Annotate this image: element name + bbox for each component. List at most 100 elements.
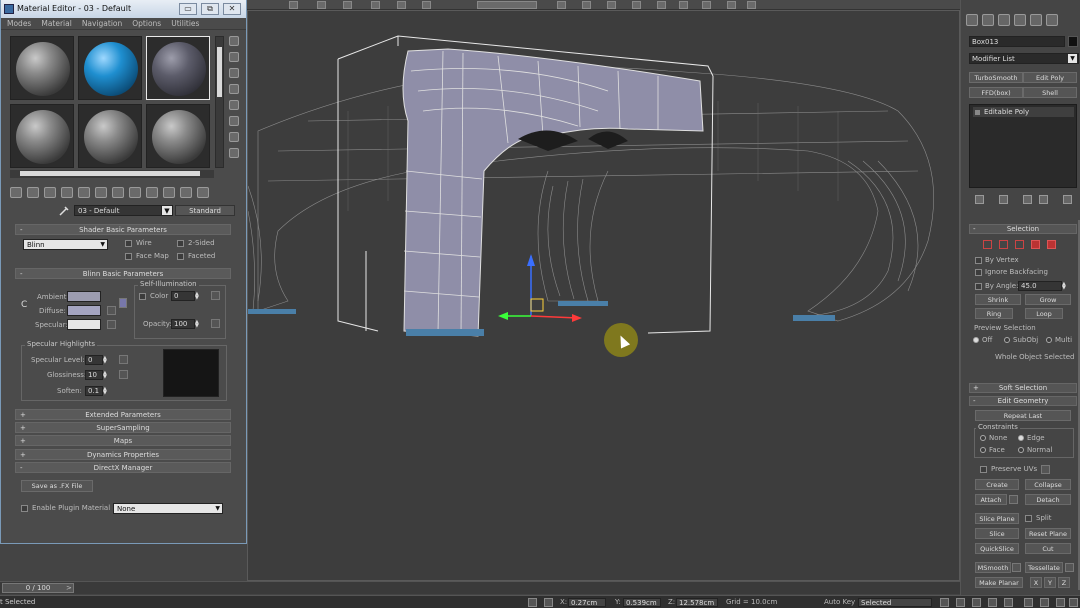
slice-plane-button[interactable]: Slice Plane <box>975 513 1019 524</box>
msmooth-button[interactable]: MSmooth <box>975 562 1011 573</box>
sample-slot[interactable] <box>10 36 74 100</box>
constraint-edge-radio[interactable] <box>1018 435 1024 441</box>
shell-button[interactable]: Shell <box>1023 87 1077 98</box>
reset-plane-button[interactable]: Reset Plane <box>1025 528 1071 539</box>
material-editor-window[interactable]: Material Editor - 03 - Default ▭ ⧉ ✕ Mod… <box>0 0 247 544</box>
specular-map-button[interactable] <box>107 320 116 329</box>
preserve-uvs-checkbox[interactable] <box>980 466 987 473</box>
glossiness-spinner[interactable]: 10 ▲ ▼ <box>85 370 107 380</box>
spinner-arrows-icon[interactable]: ▲ ▼ <box>103 371 109 380</box>
modify-tab-icon[interactable] <box>982 14 994 26</box>
perspective-viewport[interactable] <box>247 10 960 581</box>
render-icon[interactable] <box>747 1 756 9</box>
pin-stack-icon[interactable] <box>975 195 984 204</box>
next-frame-icon[interactable]: > <box>66 584 72 592</box>
tessellate-button[interactable]: Tessellate <box>1025 562 1063 573</box>
select-by-material-icon[interactable] <box>229 148 239 158</box>
blinn-basic-rollout[interactable]: - Blinn Basic Parameters <box>15 268 231 279</box>
self-illum-color-checkbox[interactable] <box>139 293 146 300</box>
vertex-icon[interactable] <box>983 240 992 249</box>
make-planar-button[interactable]: Make Planar <box>975 577 1023 588</box>
sample-slot-active[interactable] <box>146 36 210 100</box>
rotate-icon[interactable] <box>343 1 352 9</box>
scroll-thumb[interactable] <box>20 171 200 176</box>
graphite-icon[interactable] <box>632 1 641 9</box>
shader-dropdown[interactable]: Blinn ▼ <box>23 239 108 250</box>
make-preview-icon[interactable] <box>229 116 239 126</box>
orbit-icon[interactable] <box>1069 598 1078 607</box>
spinner-arrows-icon[interactable]: ▲ ▼ <box>103 356 109 365</box>
curve-editor-icon[interactable] <box>657 1 666 9</box>
zoom-icon[interactable] <box>1024 598 1033 607</box>
edit-poly-button[interactable]: Edit Poly <box>1023 72 1077 83</box>
sample-type-icon[interactable] <box>229 36 239 46</box>
selected-leg-mesh[interactable] <box>402 48 704 337</box>
angle-snap-icon[interactable] <box>422 1 431 9</box>
background-icon[interactable] <box>229 68 239 78</box>
edit-geometry-rollout[interactable]: - Edit Geometry <box>969 396 1077 406</box>
slot-vertical-scrollbar[interactable] <box>215 36 224 168</box>
layer-icon[interactable] <box>607 1 616 9</box>
options-icon[interactable] <box>229 132 239 142</box>
constraint-face-radio[interactable] <box>980 447 986 453</box>
put-to-scene-icon[interactable] <box>27 187 39 198</box>
sample-slot[interactable] <box>78 36 142 100</box>
hierarchy-tab-icon[interactable] <box>998 14 1010 26</box>
spinner-arrows-icon[interactable]: ▲ ▼ <box>195 292 201 301</box>
y-coordinate-field[interactable]: 0.539cm <box>623 598 661 607</box>
by-angle-checkbox[interactable] <box>975 283 982 290</box>
spinner-arrows-icon[interactable]: ▲ ▼ <box>1062 282 1068 291</box>
time-slider[interactable]: 0 / 100 <box>2 583 74 593</box>
shrink-button[interactable]: Shrink <box>975 294 1021 305</box>
preview-subobj-radio[interactable] <box>1004 337 1010 343</box>
soft-selection-rollout[interactable]: + Soft Selection <box>969 383 1077 393</box>
self-illum-spinner[interactable]: 0 ▲ ▼ <box>171 291 199 301</box>
angle-spinner[interactable]: 45.0 ▲ ▼ <box>1018 281 1066 291</box>
collapse-button[interactable]: Collapse <box>1025 479 1071 490</box>
cut-button[interactable]: Cut <box>1025 543 1071 554</box>
video-color-check-icon[interactable] <box>229 100 239 110</box>
time-slider-bar[interactable]: 0 / 100 > <box>0 581 960 594</box>
x-coordinate-field[interactable]: 0.27cm <box>568 598 606 607</box>
stack-item-editable-poly[interactable]: Editable Poly <box>973 107 1074 117</box>
material-id-icon[interactable] <box>112 187 124 198</box>
minimize-button[interactable]: ▭ <box>179 3 197 15</box>
repeat-last-button[interactable]: Repeat Last <box>975 410 1071 421</box>
align-icon[interactable] <box>582 1 591 9</box>
border-icon[interactable] <box>1015 240 1024 249</box>
quickslice-button[interactable]: QuickSlice <box>975 543 1019 554</box>
ring-button[interactable]: Ring <box>975 308 1013 319</box>
auto-key-button[interactable]: Auto Key <box>824 598 855 606</box>
specular-level-map-button[interactable] <box>119 355 128 364</box>
save-fx-file-button[interactable]: Save as .FX File <box>21 480 93 492</box>
object-name-field[interactable]: Box013 <box>969 36 1065 47</box>
material-editor-icon[interactable] <box>702 1 711 9</box>
preview-off-radio[interactable] <box>973 337 979 343</box>
configure-sets-icon[interactable] <box>1063 195 1072 204</box>
msmooth-settings-button[interactable] <box>1012 563 1021 572</box>
schematic-icon[interactable] <box>679 1 688 9</box>
go-forward-icon[interactable] <box>180 187 192 198</box>
tessellate-settings-button[interactable] <box>1065 563 1074 572</box>
dynamics-properties-rollout[interactable]: + Dynamics Properties <box>15 449 231 460</box>
modifier-list-dropdown[interactable]: Modifier List ▼ <box>969 53 1079 64</box>
element-icon[interactable] <box>1047 240 1056 249</box>
split-checkbox[interactable] <box>1025 515 1032 522</box>
material-type-button[interactable]: Standard <box>175 205 235 216</box>
preview-multi-radio[interactable] <box>1046 337 1052 343</box>
glossiness-map-button[interactable] <box>119 370 128 379</box>
preserve-uvs-settings-button[interactable] <box>1041 465 1050 474</box>
scale-icon[interactable] <box>371 1 380 9</box>
get-material-icon[interactable] <box>10 187 22 198</box>
go-to-end-icon[interactable] <box>1004 598 1013 607</box>
absolute-mode-icon[interactable] <box>544 598 553 607</box>
sample-uv-icon[interactable] <box>229 84 239 94</box>
loop-button[interactable]: Loop <box>1025 308 1063 319</box>
lock-diffuse-button[interactable] <box>119 298 127 308</box>
show-map-icon[interactable] <box>129 187 141 198</box>
zoom-all-icon[interactable] <box>1040 598 1049 607</box>
specular-color-swatch[interactable] <box>67 319 101 330</box>
next-key-icon[interactable] <box>988 598 997 607</box>
pan-icon[interactable] <box>1056 598 1065 607</box>
menu-modes[interactable]: Modes <box>7 18 31 29</box>
